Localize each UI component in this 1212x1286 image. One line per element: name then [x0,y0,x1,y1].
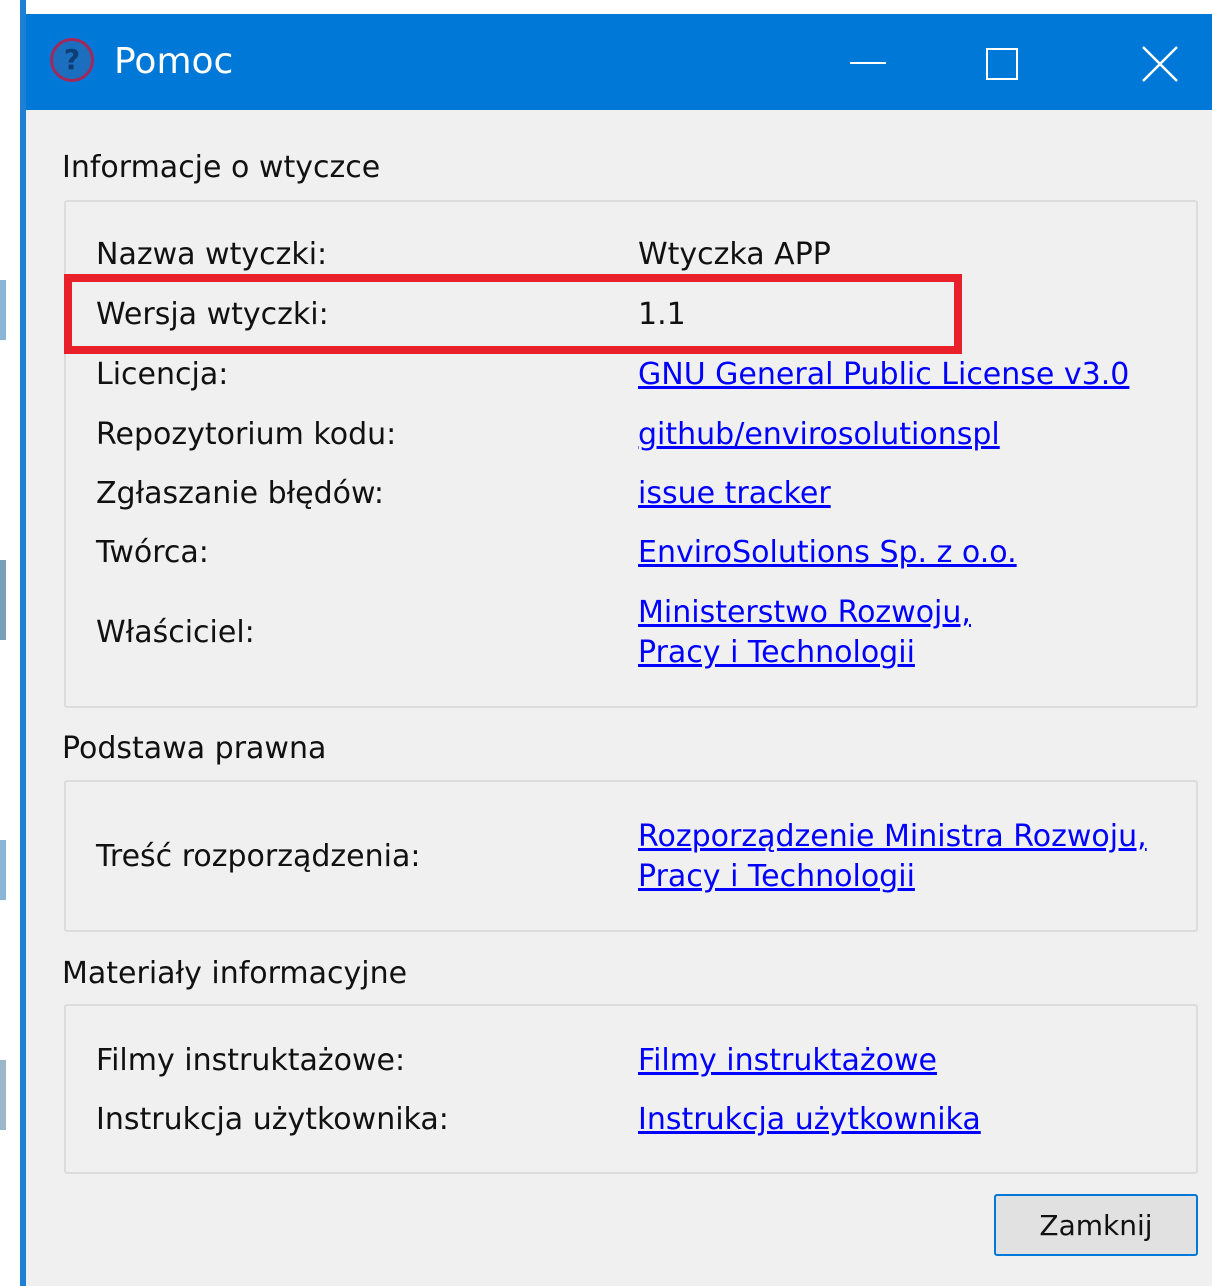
title-bar[interactable]: ? Pomoc [26,14,1212,110]
tutorial-videos-label: Filmy instruktażowe: [96,1043,406,1078]
window-close-button[interactable] [1092,14,1212,110]
owner-link-line-1[interactable]: Ministerstwo Rozwoju, [638,592,971,634]
maximize-button[interactable] [944,14,1064,110]
background-map-fragment [0,840,6,900]
minimize-icon [850,62,886,64]
background-map-fragment [0,1060,6,1130]
creator-label: Twórca: [96,535,209,570]
close-icon [1142,46,1178,82]
tutorial-videos-link[interactable]: Filmy instruktażowe [638,1040,937,1082]
version-highlight-box [64,274,962,354]
owner-link-line-2[interactable]: Pracy i Technologii [638,632,915,674]
issue-tracker-link[interactable]: issue tracker [638,473,831,515]
creator-link[interactable]: EnviroSolutions Sp. z o.o. [638,532,1017,574]
background-app-edge [0,0,26,1286]
close-button[interactable]: Zamknij [994,1194,1198,1256]
plugin-name-label: Nazwa wtyczki: [96,237,328,272]
regulation-link-line-1[interactable]: Rozporządzenie Ministra Rozwoju, [638,816,1147,858]
section-title-info-materials: Materiały informacyjne [62,956,408,991]
minimize-button[interactable] [812,14,932,110]
code-repository-label: Repozytorium kodu: [96,417,397,452]
bug-reporting-label: Zgłaszanie błędów: [96,476,385,511]
section-title-legal-basis: Podstawa prawna [62,731,327,766]
background-map-fragment [0,280,6,340]
regulation-link-line-2[interactable]: Pracy i Technologii [638,856,915,898]
maximize-icon [986,48,1018,80]
regulation-content-label: Treść rozporządzenia: [96,839,421,874]
license-label: Licencja: [96,357,229,392]
user-manual-label: Instrukcja użytkownika: [96,1102,449,1137]
help-question-icon: ? [50,38,94,82]
help-dialog: ? Pomoc Informacje o wtyczce Nazwa wtycz… [26,14,1212,1286]
plugin-name-value: Wtyczka APP [638,237,831,272]
section-title-plugin-info: Informacje o wtyczce [62,150,381,185]
license-link[interactable]: GNU General Public License v3.0 [638,354,1129,396]
window-title: Pomoc [114,41,234,82]
user-manual-link[interactable]: Instrukcja użytkownika [638,1099,981,1141]
code-repository-link[interactable]: github/envirosolutionspl [638,414,1000,456]
owner-label: Właściciel: [96,615,255,650]
info-materials-panel [64,1004,1198,1174]
background-map-fragment [0,560,6,640]
